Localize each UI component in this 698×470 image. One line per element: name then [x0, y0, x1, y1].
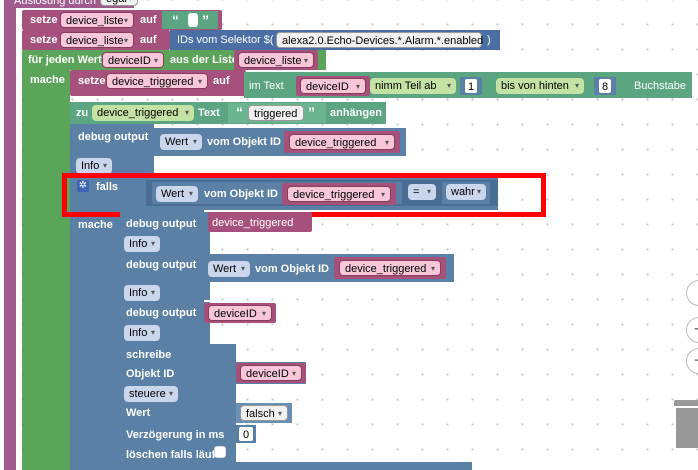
zoom-in-icon[interactable]: + — [686, 317, 698, 343]
im-text-label: im Text — [249, 80, 284, 92]
device-triggered-label-3: device_triggered — [212, 217, 294, 229]
next-block-stub[interactable] — [236, 462, 472, 470]
info-dropdown-4[interactable]: Info ▾ — [124, 325, 160, 341]
selector-value-field[interactable]: alexa2.0.Echo-Devices.*.Alarm.*.enabled — [276, 32, 483, 48]
for-each-block-rail — [22, 50, 70, 470]
number-field-1[interactable]: 1 — [464, 78, 478, 94]
trash-body — [676, 408, 698, 448]
debug-output-label-2: debug output — [126, 218, 197, 230]
auf-label-3: auf — [213, 75, 230, 87]
outer-block-rail — [4, 0, 16, 470]
verzoegerung-label: Verzögerung in ms — [126, 429, 225, 441]
info-dropdown-3[interactable]: Info ▾ — [124, 285, 160, 301]
top-partial-label: Auslösung durch — [14, 0, 96, 7]
vom-objekt-id-label-3: vom Objekt ID — [255, 263, 329, 275]
falsch-dropdown[interactable]: falsch ▾ — [240, 405, 288, 421]
var-deviceid-dropdown-4[interactable]: deviceID ▾ — [240, 365, 302, 381]
quote-open-1: “ — [172, 12, 179, 28]
highlight-box — [62, 173, 546, 217]
info-dropdown-2[interactable]: Info ▾ — [124, 236, 160, 252]
setze-label-2: setze — [30, 34, 58, 46]
trash-can-icon[interactable] — [674, 400, 698, 450]
mache-label-2: mache — [78, 219, 113, 231]
schreibe-label: schreibe — [126, 349, 172, 361]
top-partial-dropdown[interactable]: egal▾ — [100, 0, 138, 6]
quote-open-2: “ — [236, 104, 243, 120]
selector-close-paren: ) — [487, 34, 491, 46]
trash-lid — [674, 400, 698, 406]
selector-label: IDs vom Selektor $( — [177, 34, 274, 46]
nimm-teil-dropdown[interactable]: nimm Teil ab ▾ — [370, 78, 456, 94]
zoom-reset-icon[interactable] — [686, 280, 698, 306]
var-device-liste-dropdown-3[interactable]: device_liste ▾ — [238, 52, 314, 68]
debug-output-label-4: debug output — [126, 307, 197, 319]
setze-label-1: setze — [30, 14, 58, 26]
var-device-triggered-dropdown-5[interactable]: device_triggered ▾ — [339, 260, 441, 276]
var-deviceid-dropdown-3[interactable]: deviceID ▾ — [208, 305, 272, 321]
quote-close-2: ” — [308, 104, 315, 120]
auf-label-1: auf — [140, 14, 157, 26]
from-list-label: aus der Liste — [170, 54, 238, 66]
debug-output-label-3: debug output — [126, 259, 197, 271]
var-device-liste-dropdown-2[interactable]: device_liste ▾ — [60, 32, 134, 48]
loeschen-checkbox[interactable] — [214, 446, 226, 458]
steuere-dropdown[interactable]: steuere ▾ — [124, 386, 178, 402]
zoom-out-icon[interactable]: − — [686, 348, 698, 374]
auf-label-2: auf — [140, 34, 157, 46]
wert-dropdown-3[interactable]: Wert ▾ — [208, 261, 250, 277]
empty-text-field[interactable] — [188, 13, 198, 27]
for-each-label: für jeden Wert — [28, 54, 102, 66]
delay-number-field[interactable]: 0 — [238, 426, 254, 442]
anhaengen-label: anhängen — [330, 107, 382, 119]
debug-output-label-1: debug output — [78, 131, 149, 143]
wert-dropdown-1[interactable]: Wert ▾ — [160, 134, 202, 150]
mache-label-1: mache — [30, 74, 65, 86]
objekt-id-label: Objekt ID — [126, 368, 175, 380]
triggered-text-field[interactable]: triggered — [248, 105, 304, 121]
var-device-triggered-dropdown-1[interactable]: device_triggered ▾ — [106, 73, 208, 89]
wert-label-write: Wert — [126, 407, 151, 419]
zu-label: zu — [76, 107, 89, 119]
var-device-triggered-dropdown-2[interactable]: device_triggered ▾ — [92, 105, 194, 121]
var-device-triggered-dropdown-3[interactable]: device_triggered ▾ — [289, 134, 395, 150]
loeschen-label: löschen falls läuft — [126, 449, 219, 461]
quote-close-1: ” — [202, 12, 209, 28]
number-field-8[interactable]: 8 — [598, 78, 612, 94]
text-label: Text — [198, 107, 220, 119]
var-deviceid-dropdown-1[interactable]: deviceID ▾ — [102, 52, 164, 68]
var-device-liste-dropdown-1[interactable]: device_liste ▾ — [60, 12, 134, 28]
info-dropdown-1[interactable]: Info ▾ — [76, 158, 112, 174]
setze-label-3: setze — [78, 75, 106, 87]
bis-von-hinten-dropdown[interactable]: bis von hinten ▾ — [496, 78, 584, 94]
buchstabe-label: Buchstabe — [634, 80, 686, 92]
var-deviceid-dropdown-2[interactable]: deviceID ▾ — [300, 78, 366, 94]
vom-objekt-id-label-1: vom Objekt ID — [207, 136, 281, 148]
